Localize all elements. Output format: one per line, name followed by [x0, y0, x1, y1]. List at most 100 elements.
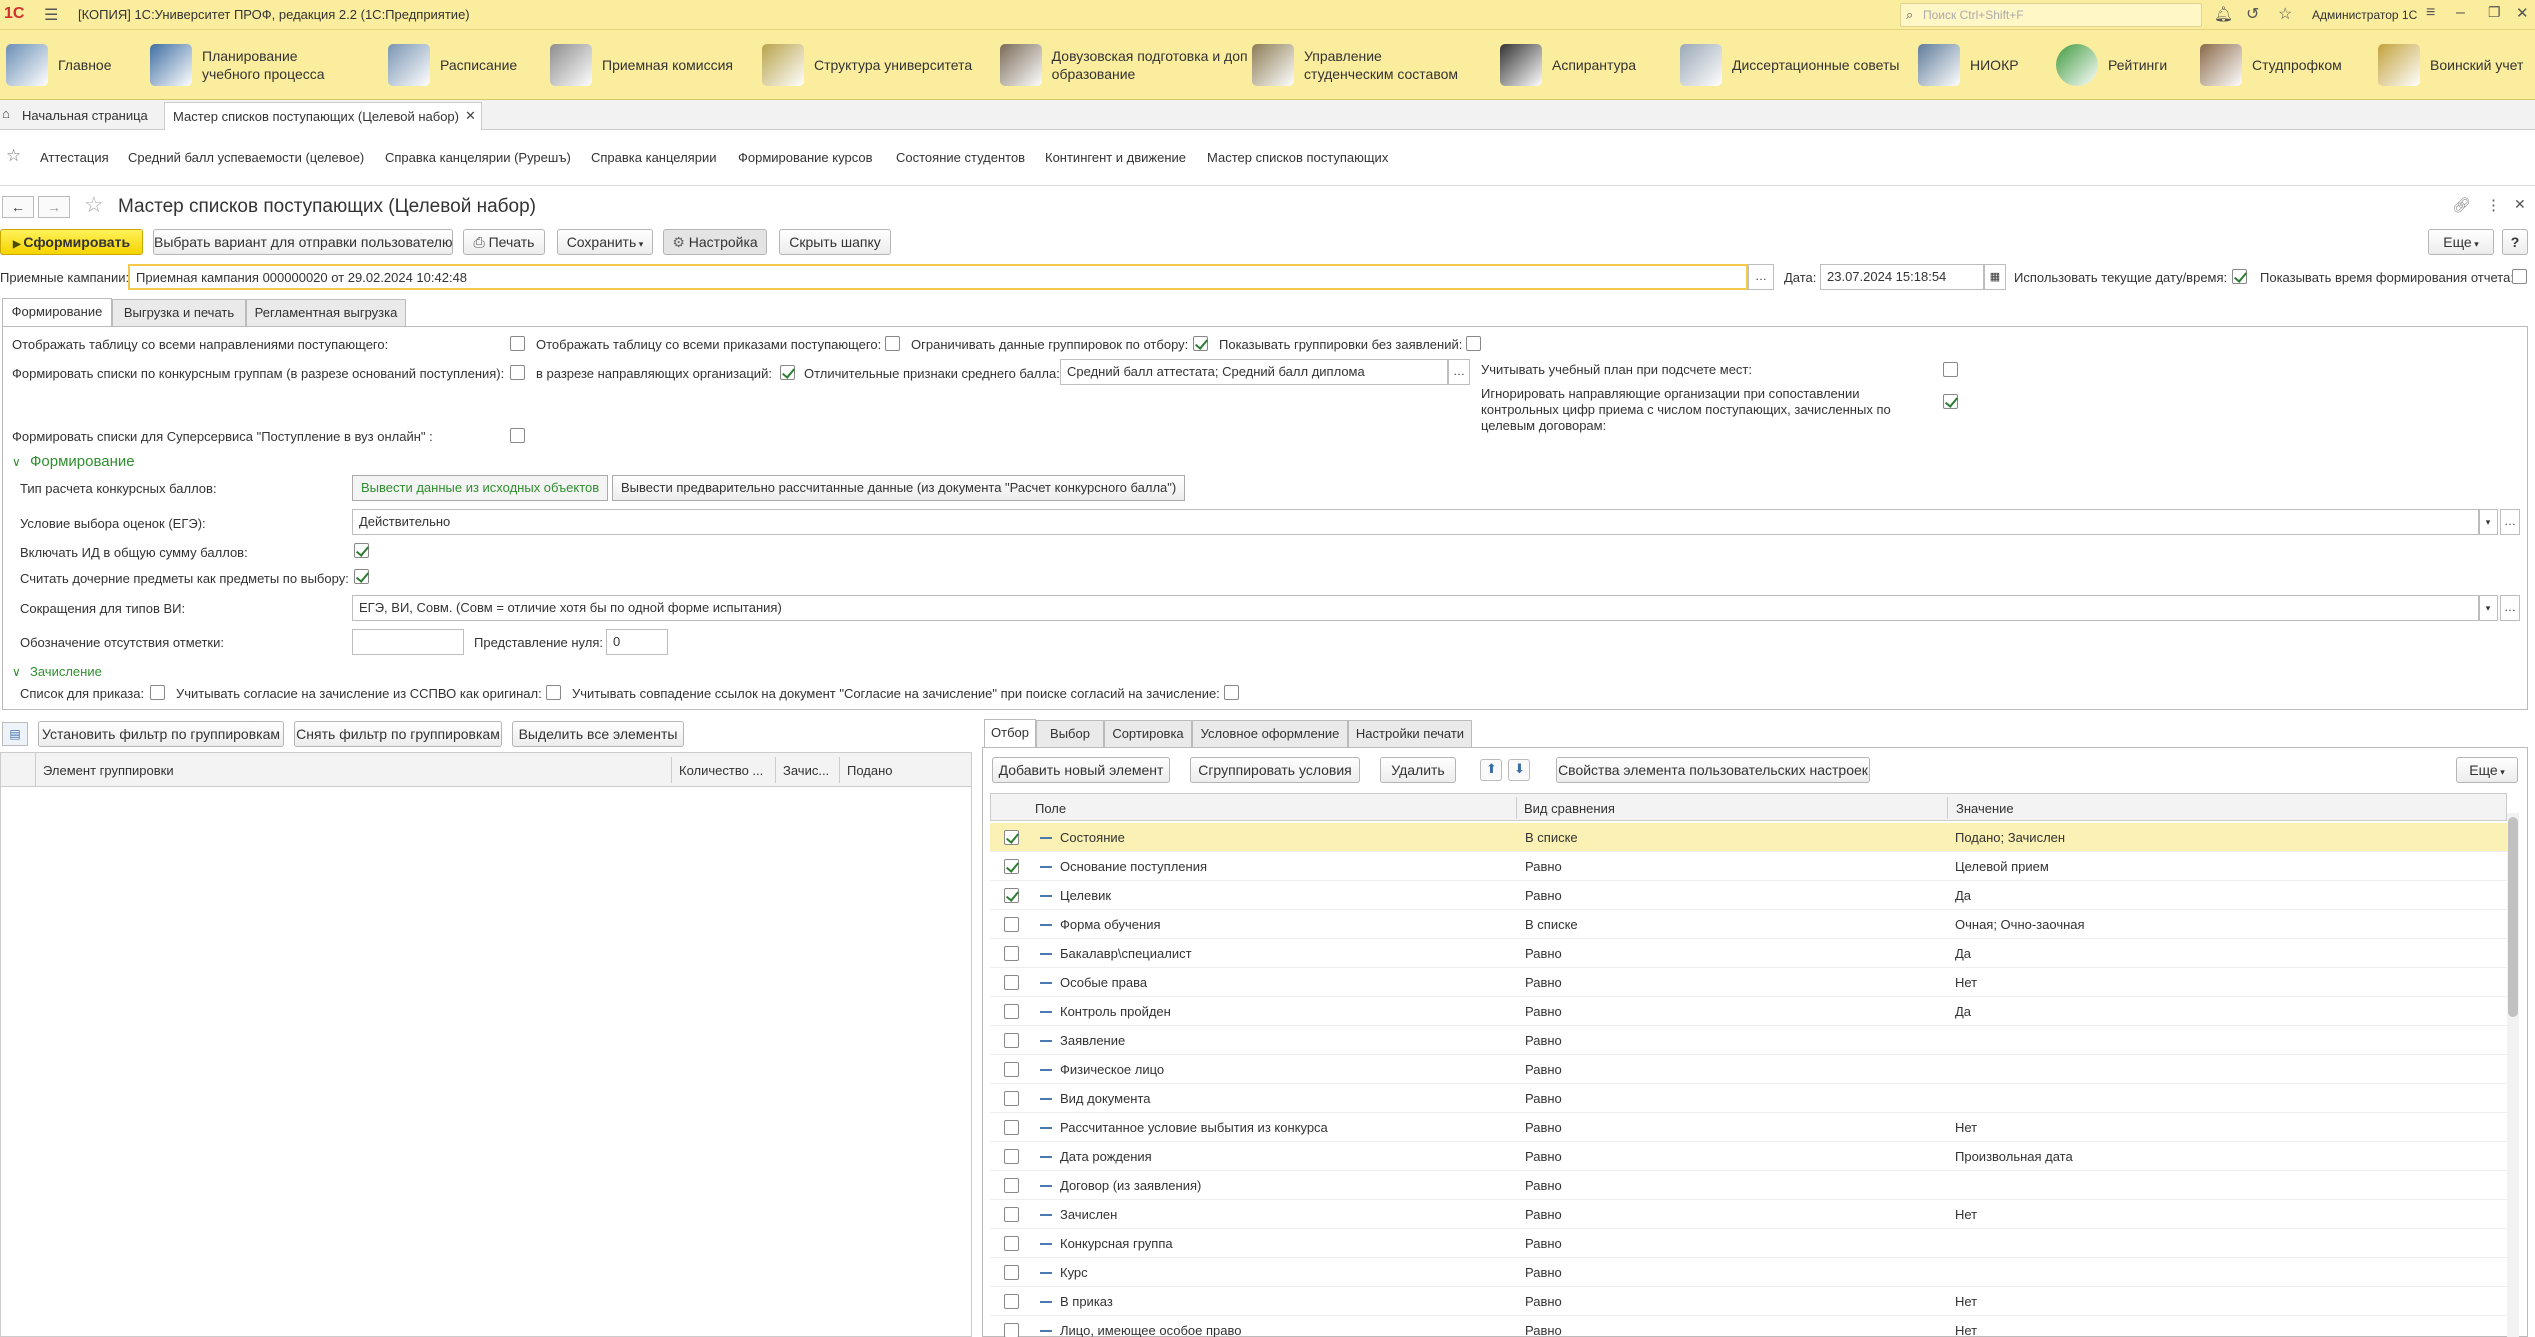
exam-condition-dropdown-icon[interactable]: ▾	[2478, 509, 2498, 535]
rtab-sorting[interactable]: Сортировка	[1104, 720, 1192, 747]
filter-row-checkbox[interactable]	[1004, 830, 1019, 845]
filter-row[interactable]: Физическое лицо Равно	[990, 1055, 2507, 1084]
move-up-button[interactable]: ⬆	[1480, 759, 1502, 781]
filter-row[interactable]: Вид документа Равно	[990, 1084, 2507, 1113]
section-dissertation[interactable]: Диссертационные советы	[1680, 30, 1900, 100]
forward-button[interactable]: →	[38, 196, 70, 218]
opt-by-competitive-groups-checkbox[interactable]	[510, 365, 525, 380]
group-conditions-button[interactable]: Сгруппировать условия	[1190, 757, 1360, 783]
current-user[interactable]: Администратор 1С	[2312, 8, 2417, 22]
opt-consider-plan-checkbox[interactable]	[1943, 362, 1958, 377]
filter-row-checkbox[interactable]	[1004, 1265, 1019, 1280]
group-formation-title[interactable]: Формирование	[30, 453, 135, 470]
opt-show-all-directions-checkbox[interactable]	[510, 336, 525, 351]
opt-by-sending-orgs-checkbox[interactable]	[780, 365, 795, 380]
filter-field[interactable]: Целевик	[1060, 888, 1111, 903]
filter-row[interactable]: Бакалавр\специалист Равно Да	[990, 939, 2507, 968]
filter-comparison[interactable]: Равно	[1525, 1236, 1562, 1251]
subtab-export-print[interactable]: Выгрузка и печать	[112, 299, 246, 326]
filter-more-button[interactable]: Еще ▾	[2456, 757, 2518, 783]
filter-row[interactable]: Заявление Равно	[990, 1026, 2507, 1055]
fav-link[interactable]: Формирование курсов	[738, 150, 872, 165]
filter-row[interactable]: В приказ Равно Нет	[990, 1287, 2507, 1316]
element-properties-button[interactable]: Свойства элемента пользовательских настр…	[1556, 757, 1870, 783]
filter-row-checkbox[interactable]	[1004, 1149, 1019, 1164]
home-icon[interactable]: ⌂	[2, 106, 10, 121]
filter-comparison[interactable]: Равно	[1525, 1149, 1562, 1164]
col-grouping-element[interactable]: Элемент группировки	[43, 763, 174, 778]
history-icon[interactable]: ↺	[2246, 4, 2259, 24]
group-enroll-title[interactable]: Зачисление	[30, 664, 102, 679]
filter-comparison[interactable]: Равно	[1525, 975, 1562, 990]
filter-row[interactable]: Договор (из заявления) Равно	[990, 1171, 2507, 1200]
col-enrolled[interactable]: Зачис...	[783, 763, 829, 778]
bell-icon[interactable]: 🔔︎	[2214, 5, 2233, 23]
order-list-checkbox[interactable]	[150, 685, 165, 700]
filter-field[interactable]: Особые права	[1060, 975, 1147, 990]
avg-score-select-button[interactable]: …	[1448, 359, 1470, 385]
maximize-icon[interactable]: ❐	[2488, 4, 2501, 21]
save-button[interactable]: Сохранить ▾	[557, 229, 653, 255]
section-union[interactable]: Студпрофком	[2200, 30, 2375, 100]
include-id-checkbox[interactable]	[354, 543, 369, 558]
filter-comparison[interactable]: Равно	[1525, 1323, 1562, 1337]
col-value[interactable]: Значение	[1956, 801, 2014, 816]
filter-comparison[interactable]: Равно	[1525, 1120, 1562, 1135]
abbr-dropdown-icon[interactable]: ▾	[2478, 595, 2498, 621]
filter-row-checkbox[interactable]	[1004, 917, 1019, 932]
opt-show-groupings-no-apps-checkbox[interactable]	[1466, 336, 1481, 351]
choose-variant-button[interactable]: Выбрать вариант для отправки пользовател…	[153, 229, 453, 255]
fav-link[interactable]: Состояние студентов	[896, 150, 1025, 165]
filter-comparison[interactable]: Равно	[1525, 888, 1562, 903]
help-button[interactable]: ?	[2502, 229, 2528, 255]
filter-row[interactable]: Особые права Равно Нет	[990, 968, 2507, 997]
show-time-checkbox[interactable]	[2512, 269, 2527, 284]
subtab-scheduled-export[interactable]: Регламентная выгрузка	[246, 299, 406, 326]
campaigns-select-button[interactable]: …	[1748, 264, 1774, 290]
child-subjects-checkbox[interactable]	[354, 569, 369, 584]
generate-button[interactable]: ▶ Сформировать	[0, 229, 143, 255]
more-button[interactable]: Еще ▾	[2428, 229, 2494, 255]
main-menu-icon[interactable]: ☰	[44, 5, 58, 25]
filter-field[interactable]: Состояние	[1060, 830, 1125, 845]
exam-condition-select[interactable]: Действительно	[352, 509, 2480, 535]
filter-comparison[interactable]: Равно	[1525, 859, 1562, 874]
calendar-icon[interactable]: ▦	[1984, 264, 2006, 290]
col-count[interactable]: Количество ...	[679, 763, 763, 778]
filter-comparison[interactable]: Равно	[1525, 946, 1562, 961]
select-all-button[interactable]: Выделить все элементы	[512, 721, 684, 747]
close-form-icon[interactable]: ✕	[2514, 196, 2526, 213]
filter-row[interactable]: Контроль пройден Равно Да	[990, 997, 2507, 1026]
filter-value[interactable]: Очная; Очно-заочная	[1955, 917, 2085, 932]
filter-comparison[interactable]: Равно	[1525, 1178, 1562, 1193]
back-button[interactable]: ←	[2, 196, 34, 218]
filter-row[interactable]: Дата рождения Равно Произвольная дата	[990, 1142, 2507, 1171]
global-search[interactable]: ⌕ Поиск Ctrl+Shift+F	[1900, 3, 2202, 27]
opt-ignore-orgs-checkbox[interactable]	[1943, 394, 1958, 409]
close-icon[interactable]: ✕	[2516, 4, 2529, 22]
filter-comparison[interactable]: Равно	[1525, 1062, 1562, 1077]
left-panel-menu-icon[interactable]: ▤	[2, 722, 28, 746]
filter-row-checkbox[interactable]	[1004, 1323, 1019, 1337]
filter-field[interactable]: Конкурсная группа	[1060, 1236, 1173, 1251]
filter-value[interactable]: Нет	[1955, 1120, 1977, 1135]
filter-row[interactable]: Зачислен Равно Нет	[990, 1200, 2507, 1229]
filter-field[interactable]: Физическое лицо	[1060, 1062, 1164, 1077]
filter-row[interactable]: Состояние В списке Подано; Зачислен	[990, 823, 2507, 852]
filter-field[interactable]: Заявление	[1060, 1033, 1125, 1048]
rtab-selection[interactable]: Выбор	[1036, 720, 1104, 747]
add-element-button[interactable]: Добавить новый элемент	[992, 757, 1170, 783]
filter-field[interactable]: Бакалавр\специалист	[1060, 946, 1192, 961]
filter-row-checkbox[interactable]	[1004, 946, 1019, 961]
section-ratings[interactable]: Рейтинги	[2056, 30, 2196, 100]
search-input[interactable]: Поиск Ctrl+Shift+F	[1923, 8, 2024, 22]
filter-comparison[interactable]: Равно	[1525, 1294, 1562, 1309]
filter-row-checkbox[interactable]	[1004, 1091, 1019, 1106]
opt-superservice-checkbox[interactable]	[510, 428, 525, 443]
minimize-icon[interactable]: –	[2456, 4, 2465, 22]
rtab-print-settings[interactable]: Настройки печати	[1348, 720, 1472, 747]
col-comparison[interactable]: Вид сравнения	[1524, 801, 1615, 816]
consent-checkbox[interactable]	[546, 685, 561, 700]
filter-field[interactable]: Вид документа	[1060, 1091, 1151, 1106]
clear-group-filter-button[interactable]: Снять фильтр по группировкам	[294, 721, 502, 747]
